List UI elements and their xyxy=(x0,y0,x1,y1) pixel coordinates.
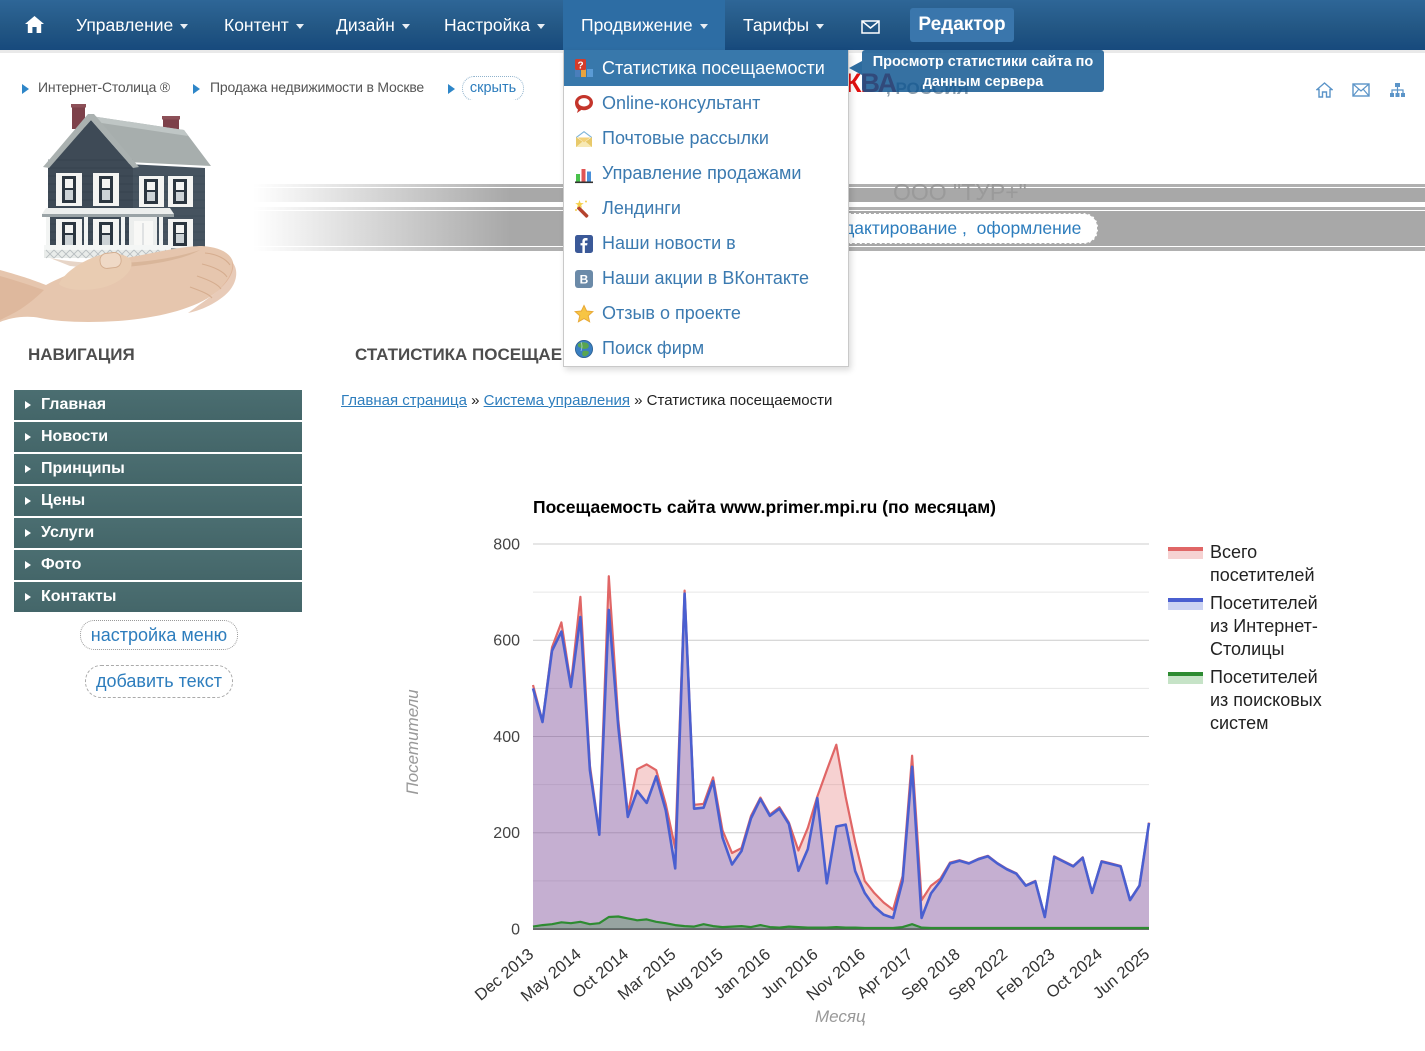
svg-text:400: 400 xyxy=(493,729,520,746)
svg-text:0: 0 xyxy=(511,922,520,939)
svg-text:Посещаемость сайта www.primer.: Посещаемость сайта www.primer.mpi.ru (по… xyxy=(533,497,996,517)
svg-text:Посетители: Посетители xyxy=(403,689,422,795)
svg-text:800: 800 xyxy=(493,537,520,554)
svg-text:Месяц: Месяц xyxy=(815,1007,866,1026)
svg-text:В: В xyxy=(580,272,589,286)
svg-text:200: 200 xyxy=(493,825,520,842)
svg-text:?: ? xyxy=(577,61,583,72)
svg-text:600: 600 xyxy=(493,633,520,650)
